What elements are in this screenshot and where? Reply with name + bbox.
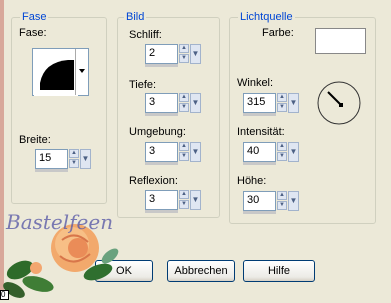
intensitaet-label: Intensität:	[237, 126, 285, 138]
tiefe-input[interactable]: 3	[145, 93, 178, 113]
breite-slider-track[interactable]	[35, 169, 68, 172]
fase-group: Fase	[11, 11, 107, 204]
tiefe-up-button[interactable]: ▲	[179, 93, 189, 102]
hilfe-button[interactable]: Hilfe	[243, 260, 315, 282]
fase-legend: Fase	[20, 11, 49, 23]
reflexion-input[interactable]: 3	[145, 190, 178, 210]
reflexion-label: Reflexion:	[129, 175, 178, 187]
breite-down-button[interactable]: ▼	[69, 159, 79, 168]
schliff-spinner[interactable]: 2 ▲ ▼ ▼	[145, 44, 201, 67]
farbe-label: Farbe:	[262, 27, 294, 39]
intensitaet-spinner[interactable]: 40 ▲ ▼ ▼	[243, 142, 299, 165]
fase-shape-picker[interactable]	[32, 48, 89, 96]
schliff-input[interactable]: 2	[145, 44, 178, 64]
reflexion-down-button[interactable]: ▼	[179, 200, 189, 209]
bild-legend: Bild	[124, 11, 147, 23]
chevron-down-icon	[79, 69, 85, 73]
umgebung-label: Umgebung:	[129, 126, 186, 138]
abbrechen-button[interactable]: Abbrechen	[167, 260, 235, 282]
hoehe-up-button[interactable]: ▲	[277, 191, 287, 200]
angle-dial-icon	[317, 81, 361, 125]
tiefe-updown: ▲ ▼	[179, 93, 189, 113]
winkel-up-button[interactable]: ▲	[277, 93, 287, 102]
intensitaet-updown: ▲ ▼	[277, 142, 287, 162]
breite-updown: ▲ ▼	[69, 149, 79, 169]
hoehe-down-button[interactable]: ▼	[277, 201, 287, 210]
tiefe-down-button[interactable]: ▼	[179, 103, 189, 112]
hoehe-input[interactable]: 30	[243, 191, 276, 211]
fase-shape-dropdown[interactable]	[75, 49, 88, 95]
schliff-label: Schliff:	[129, 29, 162, 41]
winkel-label: Winkel:	[237, 77, 274, 89]
schliff-updown: ▲ ▼	[179, 44, 189, 64]
winkel-updown: ▲ ▼	[277, 93, 287, 113]
hoehe-dropdown-button[interactable]: ▼	[288, 191, 299, 211]
umgebung-up-button[interactable]: ▲	[179, 142, 189, 151]
reflexion-up-button[interactable]: ▲	[179, 190, 189, 199]
tiefe-label: Tiefe:	[129, 79, 157, 91]
winkel-spinner[interactable]: 315 ▲ ▼ ▼	[243, 93, 299, 116]
tiefe-dropdown-button[interactable]: ▼	[190, 93, 201, 113]
reflexion-updown: ▲ ▼	[179, 190, 189, 210]
intensitaet-dropdown-button[interactable]: ▼	[288, 142, 299, 162]
farbe-color-swatch[interactable]	[315, 28, 366, 54]
hoehe-updown: ▲ ▼	[277, 191, 287, 211]
winkel-down-button[interactable]: ▼	[277, 103, 287, 112]
hoehe-slider-track[interactable]	[243, 211, 276, 214]
schliff-up-button[interactable]: ▲	[179, 44, 189, 53]
reflexion-dropdown-button[interactable]: ▼	[190, 190, 201, 210]
intensitaet-up-button[interactable]: ▲	[277, 142, 287, 151]
tiefe-slider-track[interactable]	[145, 113, 178, 116]
reflexion-slider-track[interactable]	[145, 210, 178, 213]
winkel-dropdown-button[interactable]: ▼	[288, 93, 299, 113]
umgebung-updown: ▲ ▼	[179, 142, 189, 162]
rose-watermark: Bastelfeen	[0, 210, 140, 300]
umgebung-input[interactable]: 3	[145, 142, 178, 162]
umgebung-slider-track[interactable]	[145, 162, 178, 165]
watermark-text: Bastelfeen	[6, 210, 114, 234]
intensitaet-slider-track[interactable]	[243, 162, 276, 165]
umgebung-spinner[interactable]: 3 ▲ ▼ ▼	[145, 142, 201, 165]
schliff-down-button[interactable]: ▼	[179, 54, 189, 63]
breite-input[interactable]: 15	[35, 149, 68, 169]
schliff-dropdown-button[interactable]: ▼	[190, 44, 201, 64]
intensitaet-input[interactable]: 40	[243, 142, 276, 162]
reflexion-spinner[interactable]: 3 ▲ ▼ ▼	[145, 190, 201, 213]
bottom-left-fragment: 0	[0, 290, 9, 300]
breite-up-button[interactable]: ▲	[69, 149, 79, 158]
lichtquelle-legend: Lichtquelle	[238, 11, 295, 23]
angle-dial[interactable]	[316, 80, 362, 126]
schliff-slider-track[interactable]	[145, 64, 178, 67]
winkel-input[interactable]: 315	[243, 93, 276, 113]
hoehe-spinner[interactable]: 30 ▲ ▼ ▼	[243, 191, 299, 214]
intensitaet-down-button[interactable]: ▼	[277, 152, 287, 161]
tiefe-spinner[interactable]: 3 ▲ ▼ ▼	[145, 93, 201, 116]
bevel-shape-preview-icon	[34, 50, 78, 96]
breite-label: Breite:	[19, 134, 51, 146]
winkel-slider-track[interactable]	[243, 113, 276, 116]
umgebung-dropdown-button[interactable]: ▼	[190, 142, 201, 162]
fase-label: Fase:	[19, 27, 47, 39]
umgebung-down-button[interactable]: ▼	[179, 152, 189, 161]
breite-dropdown-button[interactable]: ▼	[80, 149, 91, 169]
hoehe-label: Höhe:	[237, 175, 267, 187]
breite-spinner[interactable]: 15 ▲ ▼ ▼	[35, 149, 91, 172]
